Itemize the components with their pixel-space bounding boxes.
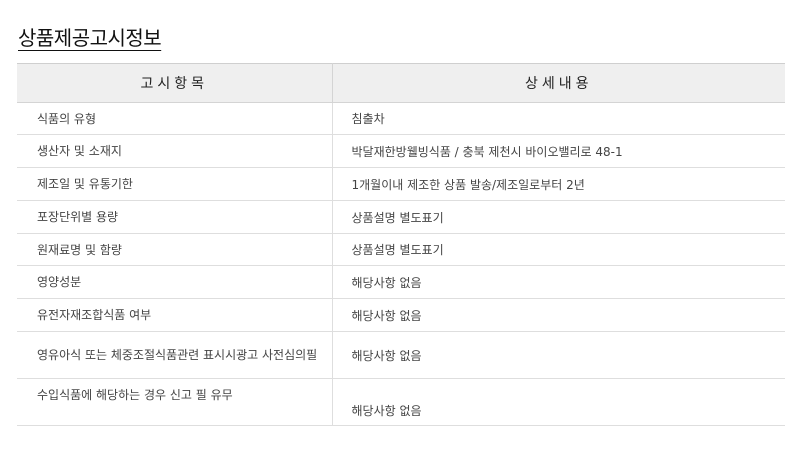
table-row: 제조일 및 유통기한 1개월이내 제조한 상품 발송/제조일로부터 2년 (17, 167, 785, 201)
table-row: 영유아식 또는 체중조절식품관련 표시시광고 사전심의필 해당사항 없음 (17, 331, 785, 379)
row-item-label: 포장단위별 용량 (17, 200, 333, 234)
row-detail-value: 1개월이내 제조한 상품 발송/제조일로부터 2년 (331, 167, 785, 201)
row-detail-value: 해당사항 없음 (331, 331, 785, 379)
header-item: 고시항목 (17, 63, 333, 103)
row-detail-value: 해당사항 없음 (331, 265, 785, 299)
table-row: 생산자 및 소재지 박달재한방웰빙식품 / 충북 제천시 바이오밸리로 48-1 (17, 134, 785, 168)
table-row: 유전자재조합식품 여부 해당사항 없음 (17, 298, 785, 332)
product-info-table: 고시항목 상세내용 식품의 유형 침출차 생산자 및 소재지 박달재한방웰빙식품… (17, 63, 785, 426)
row-item-label: 영양성분 (17, 265, 333, 299)
row-detail-value: 상품설명 별도표기 (331, 200, 785, 234)
row-detail-value: 침출차 (331, 102, 785, 135)
table-row: 영양성분 해당사항 없음 (17, 265, 785, 299)
table-row: 포장단위별 용량 상품설명 별도표기 (17, 200, 785, 234)
row-item-label: 영유아식 또는 체중조절식품관련 표시시광고 사전심의필 (17, 331, 333, 379)
row-item-label: 생산자 및 소재지 (17, 134, 333, 168)
row-item-label: 식품의 유형 (17, 102, 333, 135)
row-item-label: 유전자재조합식품 여부 (17, 298, 333, 332)
table-row: 식품의 유형 침출차 (17, 102, 785, 135)
row-item-label: 원재료명 및 함량 (17, 233, 333, 266)
header-detail: 상세내용 (331, 63, 785, 103)
row-detail-value: 해당사항 없음 (331, 378, 785, 426)
table-row: 수입식품에 해당하는 경우 신고 필 유무 해당사항 없음 (17, 378, 785, 426)
table-row: 원재료명 및 함량 상품설명 별도표기 (17, 233, 785, 266)
row-item-label: 수입식품에 해당하는 경우 신고 필 유무 (17, 378, 333, 426)
page-title: 상품제공고시정보 (18, 26, 162, 50)
row-detail-value: 상품설명 별도표기 (331, 233, 785, 266)
row-detail-value: 해당사항 없음 (331, 298, 785, 332)
table-header-row: 고시항목 상세내용 (17, 63, 785, 103)
row-detail-value: 박달재한방웰빙식품 / 충북 제천시 바이오밸리로 48-1 (331, 134, 785, 168)
row-item-label: 제조일 및 유통기한 (17, 167, 333, 201)
